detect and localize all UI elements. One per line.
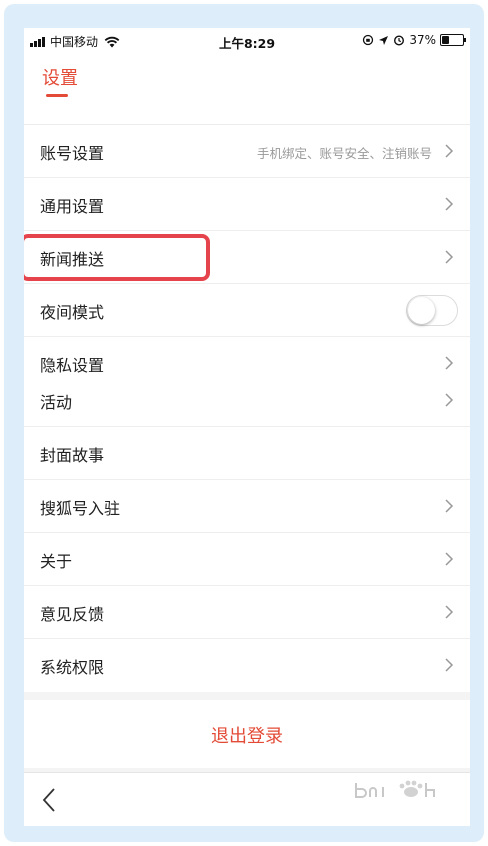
logout-label: 退出登录: [211, 726, 283, 747]
logout-button[interactable]: 退出登录: [24, 700, 470, 768]
chevron-right-icon: [445, 393, 454, 407]
device-frame: 中国移动 上午8:29 37% 设置 账号设置 手机绑定、账号安全、注销账号 通…: [4, 4, 484, 842]
chevron-right-icon: [445, 499, 454, 513]
row-detail: 手机绑定、账号安全、注销账号: [256, 146, 432, 161]
row-activity[interactable]: 活动: [24, 374, 470, 427]
row-account-settings[interactable]: 账号设置 手机绑定、账号安全、注销账号: [24, 125, 470, 178]
row-label: 账号设置: [40, 144, 105, 163]
row-label: 封面故事: [40, 446, 105, 465]
page-header: 设置: [24, 54, 470, 125]
row-sohu-account[interactable]: 搜狐号入驻: [24, 480, 470, 533]
row-news-push[interactable]: 新闻推送: [24, 231, 470, 284]
status-right: 37%: [362, 33, 466, 47]
battery-level: [442, 36, 449, 44]
row-feedback[interactable]: 意见反馈: [24, 586, 470, 639]
screen: 中国移动 上午8:29 37% 设置 账号设置 手机绑定、账号安全、注销账号 通…: [24, 28, 470, 826]
row-label: 通用设置: [40, 197, 105, 216]
row-system-permissions[interactable]: 系统权限: [24, 639, 470, 692]
row-label: 关于: [40, 552, 73, 571]
settings-group-more: 活动 封面故事 搜狐号入驻 关于 意见反馈 系统权限: [24, 374, 470, 692]
row-label: 新闻推送: [40, 250, 105, 269]
orientation-lock-icon: [363, 34, 374, 46]
row-label: 活动: [40, 393, 73, 412]
row-general-settings[interactable]: 通用设置: [24, 178, 470, 231]
row-cover-story[interactable]: 封面故事: [24, 427, 470, 480]
row-about[interactable]: 关于: [24, 533, 470, 586]
bottom-nav: [24, 772, 470, 826]
row-label: 夜间模式: [40, 303, 105, 322]
row-label: 搜狐号入驻: [40, 499, 121, 518]
toggle-knob: [408, 297, 435, 324]
row-label: 意见反馈: [40, 605, 105, 624]
chevron-right-icon: [445, 356, 454, 370]
title-underline: [46, 94, 68, 97]
battery-percent: 37%: [409, 33, 436, 47]
chevron-right-icon: [445, 250, 454, 264]
row-label: 隐私设置: [40, 356, 105, 375]
chevron-right-icon: [445, 197, 454, 211]
location-icon: [379, 35, 389, 45]
battery-icon: [440, 34, 466, 46]
row-label: 系统权限: [40, 658, 105, 677]
chevron-left-icon[interactable]: [40, 787, 58, 813]
chevron-right-icon: [445, 605, 454, 619]
settings-group-account: 账号设置 手机绑定、账号安全、注销账号 通用设置 新闻推送 夜间模式 隐私设置: [24, 125, 470, 390]
alarm-icon: [394, 35, 405, 46]
chevron-right-icon: [445, 552, 454, 566]
page-title: 设置: [42, 68, 78, 89]
night-mode-toggle[interactable]: [406, 295, 458, 326]
chevron-right-icon: [445, 144, 454, 158]
baidu-watermark-icon: [355, 780, 435, 798]
status-bar: 中国移动 上午8:29 37%: [24, 28, 470, 54]
row-night-mode: 夜间模式: [24, 284, 470, 337]
chevron-right-icon: [445, 658, 454, 672]
